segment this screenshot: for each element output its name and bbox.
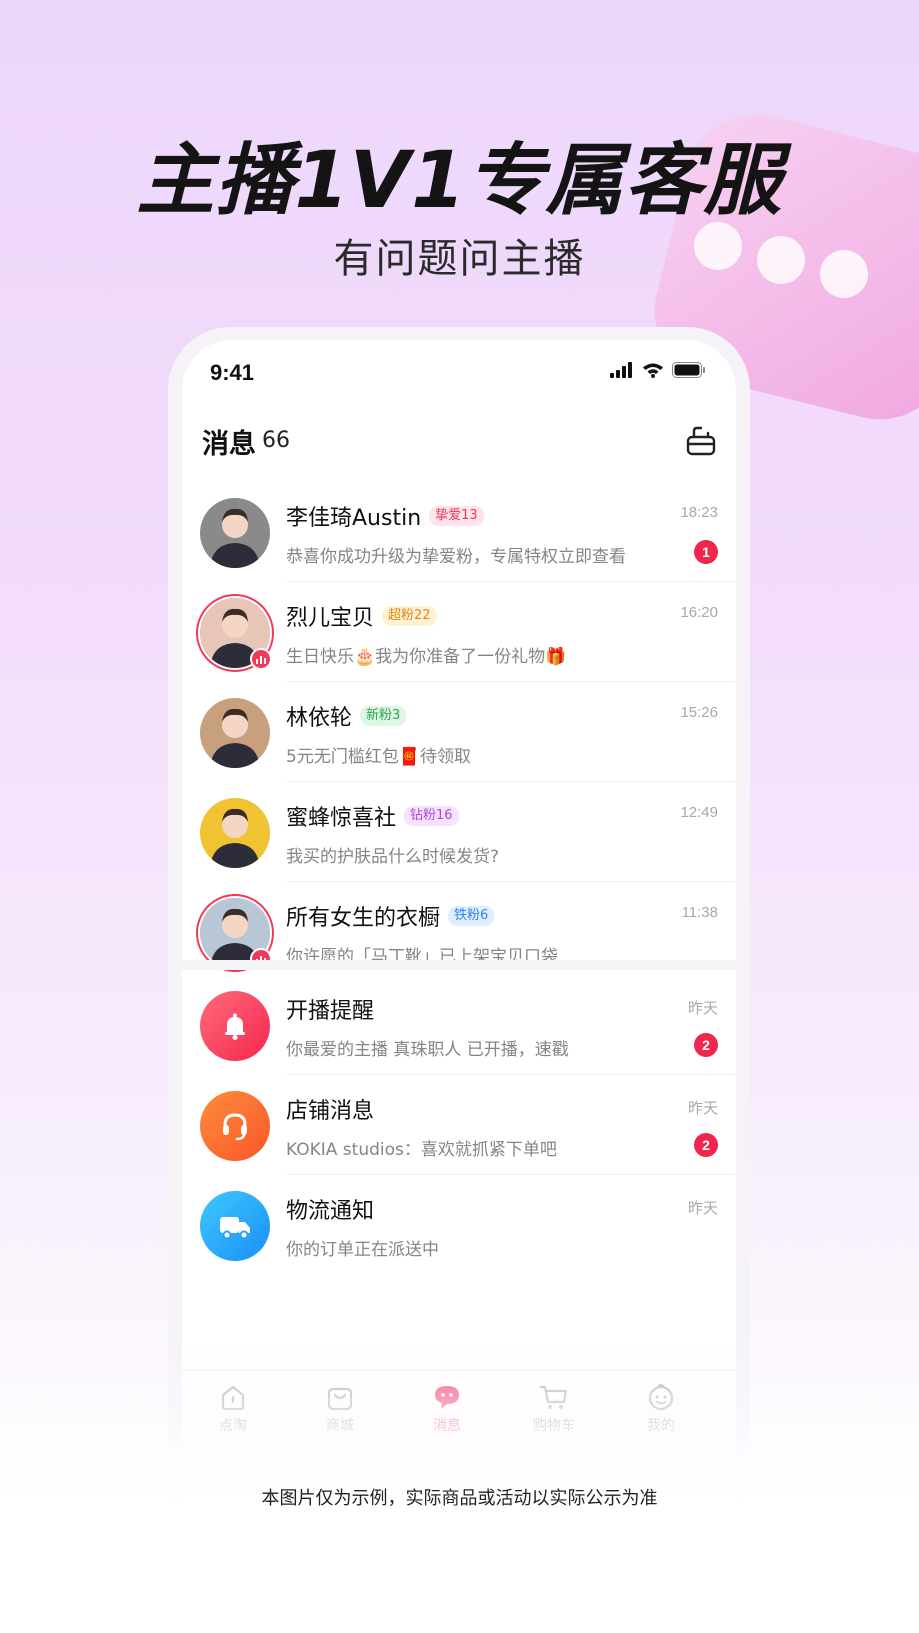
conversation-name-line: 所有女生的衣橱 铁粉6 — [286, 900, 495, 932]
section-divider — [182, 960, 736, 970]
conversation-name-line: 烈儿宝贝 超粉22 — [286, 600, 437, 632]
fan-level-badge: 新粉3 — [360, 706, 407, 726]
tab-label: 点淘 — [219, 1418, 247, 1434]
conversation-row[interactable]: 蜜蜂惊喜社 钻粉16 我买的护肤品什么时候发货? 12:49 — [182, 782, 736, 882]
fan-level-badge: 挚爱13 — [429, 506, 484, 526]
shopping-bag-icon — [327, 1387, 353, 1411]
unread-badge: 2 — [694, 1133, 718, 1157]
phone-mockup: 9:41 消息 66 李佳琦Austin 挚爱13 恭喜你成功升级为挚爱粉，专属… — [168, 327, 750, 1537]
message-time: 12:49 — [680, 804, 718, 821]
promo-headline: 主播1V1专属客服 — [136, 136, 783, 226]
conversation-name-line: 蜜蜂惊喜社 钻粉16 — [286, 800, 459, 832]
system-message-row[interactable]: 开播提醒你最爱的主播 真珠职人 已开播，速戳 昨天 2 — [182, 975, 736, 1075]
contact-name: 李佳琦Austin — [286, 506, 422, 531]
headset-icon — [200, 1091, 270, 1161]
fan-level-badge: 超粉22 — [382, 606, 437, 626]
message-preview: 你最爱的主播 真珠职人 已开播，速戳 — [286, 1040, 569, 1060]
message-time: 16:20 — [680, 604, 718, 621]
tab-label: 我的 — [647, 1418, 675, 1434]
unread-badge: 1 — [694, 540, 718, 564]
message-time: 昨天 — [687, 1200, 718, 1217]
truck-icon — [200, 1191, 270, 1261]
conversation-name-line: 李佳琦Austin 挚爱13 — [286, 500, 484, 532]
disclaimer-footnote: 本图片仅为示例，实际商品或活动以实际公示为准 — [261, 1488, 658, 1509]
contact-name: 林依轮 — [286, 706, 353, 731]
message-preview: 我买的护肤品什么时候发货? — [286, 847, 500, 867]
live-indicator-icon — [250, 648, 272, 670]
status-time: 9:41 — [210, 360, 255, 385]
settings-box-icon[interactable] — [684, 424, 718, 458]
system-message-title: 店铺消息 — [286, 1099, 375, 1124]
contact-name: 所有女生的衣橱 — [286, 906, 441, 931]
message-count: 66 — [262, 428, 290, 453]
battery-icon — [672, 362, 705, 378]
conversation-name-line: 林依轮 新粉3 — [286, 700, 407, 732]
status-icons — [610, 362, 706, 378]
contact-name: 蜜蜂惊喜社 — [286, 806, 397, 831]
system-message-title: 开播提醒 — [286, 999, 375, 1024]
tab-label: 商城 — [326, 1418, 354, 1434]
tab-mall[interactable]: 商城 — [295, 1381, 385, 1435]
contact-name: 烈儿宝贝 — [286, 606, 375, 631]
message-time: 昨天 — [687, 1000, 718, 1017]
status-bar: 9:41 — [182, 340, 736, 402]
profile-face-icon — [648, 1383, 674, 1411]
avatar[interactable] — [200, 798, 270, 868]
cart-icon — [539, 1385, 568, 1409]
system-message-title-line: 开播提醒 — [286, 993, 374, 1025]
system-message-title-line: 店铺消息 — [286, 1093, 374, 1125]
message-preview: 生日快乐🎂我为你准备了一份礼物🎁 — [286, 647, 567, 667]
conversation-row[interactable]: 烈儿宝贝 超粉22 生日快乐🎂我为你准备了一份礼物🎁 16:20 — [182, 582, 736, 682]
bell-icon — [200, 991, 270, 1061]
phone-screen: 9:41 消息 66 李佳琦Austin 挚爱13 恭喜你成功升级为挚爱粉，专属… — [182, 340, 736, 1537]
message-preview: 你的订单正在派送中 — [286, 1240, 439, 1260]
chat-bubble-icon — [435, 1386, 459, 1409]
fan-level-badge: 钻粉16 — [404, 806, 459, 826]
system-message-row[interactable]: 物流通知你的订单正在派送中 昨天 — [182, 1175, 736, 1275]
tab-label: 消息 — [433, 1418, 461, 1434]
tab-label: 购物车 — [533, 1418, 575, 1434]
unread-badge: 2 — [694, 1033, 718, 1057]
fan-level-badge: 铁粉6 — [448, 906, 495, 926]
message-time: 15:26 — [680, 704, 718, 721]
system-message-row[interactable]: 店铺消息 KOKIA studios：喜欢就抓紧下单吧 昨天 2 — [182, 1075, 736, 1175]
messages-header: 消息 66 — [182, 402, 736, 482]
system-message-title-line: 物流通知 — [286, 1193, 374, 1225]
message-preview: 恭喜你成功升级为挚爱粉，专属特权立即查看 — [286, 547, 626, 567]
conversation-row[interactable]: 林依轮 新粉3 5元无门槛红包🧧待领取 15:26 — [182, 682, 736, 782]
person-avatar-icon — [200, 498, 270, 568]
person-avatar-icon — [200, 798, 270, 868]
person-avatar-icon — [200, 698, 270, 768]
tab-diantao[interactable]: 点淘 — [188, 1381, 278, 1435]
conversation-row[interactable]: 李佳琦Austin 挚爱13 恭喜你成功升级为挚爱粉，专属特权立即查看 18:23 1 — [182, 482, 736, 582]
tab-mine[interactable]: 我的 — [616, 1381, 706, 1435]
wifi-icon — [643, 363, 663, 378]
system-message-title: 物流通知 — [286, 1199, 375, 1224]
tab-cart[interactable]: 购物车 — [509, 1381, 599, 1435]
message-time: 昨天 — [687, 1100, 718, 1117]
message-preview: KOKIA studios：喜欢就抓紧下单吧 — [286, 1140, 557, 1160]
message-time: 18:23 — [680, 504, 718, 521]
tab-messages[interactable]: 消息 — [402, 1381, 492, 1435]
promo-subheadline: 有问题问主播 — [333, 236, 586, 282]
message-time: 11:38 — [681, 904, 718, 921]
avatar[interactable] — [200, 698, 270, 768]
bottom-tab-bar: 点淘 商城 消息 购物车 我的 — [182, 1370, 736, 1450]
message-preview: 5元无门槛红包🧧待领取 — [286, 747, 471, 767]
avatar[interactable] — [200, 498, 270, 568]
page-title: 消息 — [202, 429, 256, 460]
signal-icon — [610, 362, 632, 378]
home-icon — [221, 1385, 245, 1411]
